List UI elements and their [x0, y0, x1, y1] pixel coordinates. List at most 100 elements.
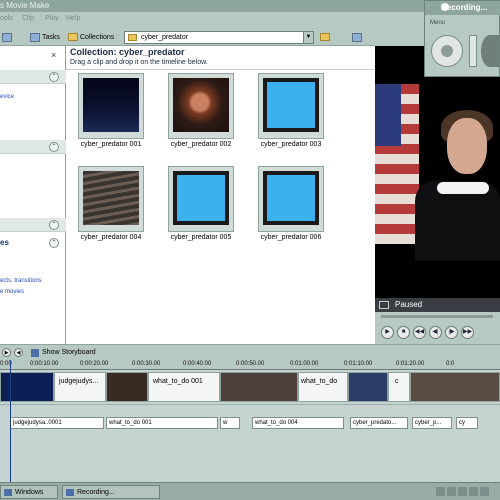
folder-icon: [68, 33, 78, 41]
window-title: s Movie Make: [0, 1, 50, 10]
clip-thumbnail[interactable]: cyber_predator 001: [78, 73, 144, 148]
recording-widget: Recording... Menu: [424, 0, 500, 77]
show-storyboard-button[interactable]: Show Storyboard: [42, 349, 96, 356]
menu-play[interactable]: Play: [45, 15, 59, 22]
seek-bar[interactable]: [375, 312, 500, 322]
fast-forward-icon[interactable]: ▶▶: [461, 326, 474, 339]
audio-clip[interactable]: cyber_predato...: [350, 417, 408, 429]
task-link-movies[interactable]: e movies: [0, 289, 24, 295]
clip-label: cyber_predator 006: [260, 234, 322, 241]
recording-title-bar: Recording...: [425, 1, 500, 15]
chevron-up-icon[interactable]: ⌃: [49, 72, 59, 82]
collection-hint: Drag a clip and drop it on the timeline …: [70, 59, 208, 66]
clip-thumbnail[interactable]: cyber_predator 002: [168, 73, 234, 148]
title-overlay-track[interactable]: [0, 430, 500, 482]
tray-icon[interactable]: [436, 487, 445, 496]
video-clip-thumbnail[interactable]: [220, 372, 298, 402]
chevron-up-icon[interactable]: ⌃: [49, 220, 59, 230]
ruler-tick: 0:00:30.00: [132, 361, 161, 367]
menu-bar: ools Clip Play Help: [0, 12, 430, 28]
menu-clip[interactable]: Clip: [22, 15, 34, 22]
video-clip[interactable]: what_to_do: [298, 372, 348, 402]
back-button[interactable]: [2, 30, 12, 44]
video-clip[interactable]: what_to_do 001: [148, 372, 220, 402]
timeline-toolbar: ▶ ◀ Show Storyboard: [0, 344, 500, 360]
clip-label: cyber_predator 003: [260, 141, 322, 148]
next-frame-icon[interactable]: |▶: [445, 326, 458, 339]
storyboard-icon: [31, 349, 39, 357]
audio-clip[interactable]: cy: [456, 417, 478, 429]
clip-thumbnail[interactable]: cyber_predator 006: [258, 166, 324, 241]
collections-button[interactable]: Collections: [68, 30, 114, 44]
audio-clip[interactable]: what_to_do 004: [252, 417, 344, 429]
clip-frame: [173, 171, 229, 225]
video-clip[interactable]: judgejudys...: [54, 372, 106, 402]
video-clip-thumbnail[interactable]: [410, 372, 500, 402]
tray-icon[interactable]: [458, 487, 467, 496]
ruler-tick: 0:00:40.00: [183, 361, 212, 367]
tray-icon[interactable]: [447, 487, 456, 496]
tray-icon[interactable]: [480, 487, 489, 496]
video-clip[interactable]: c: [388, 372, 410, 402]
tray-icon[interactable]: [469, 487, 478, 496]
timeline-ruler[interactable]: 0:00 0:00:10.00 0:00:20.00 0:00:30.00 0:…: [0, 360, 500, 370]
clip-label: cyber_predator 002: [170, 141, 232, 148]
tasks-button[interactable]: Tasks: [30, 30, 60, 44]
ruler-tick: 0:01:00.00: [290, 361, 319, 367]
play-icon[interactable]: ▶: [381, 326, 394, 339]
audio-clip[interactable]: cyber_p...: [412, 417, 452, 429]
rewind-timeline-icon[interactable]: ◀: [14, 348, 23, 357]
clip-thumbnail[interactable]: cyber_predator 003: [258, 73, 324, 148]
rewind-icon[interactable]: ◀◀: [413, 326, 426, 339]
chevron-up-icon[interactable]: ⌃: [49, 238, 59, 248]
taskbar-item-movie-maker[interactable]: Windows Mo...: [0, 485, 58, 499]
task-link-effects[interactable]: ects, transitions: [0, 278, 42, 284]
up-folder-button[interactable]: [320, 30, 330, 44]
video-clip-thumbnail[interactable]: [348, 372, 388, 402]
video-clip-label: judgejudys...: [59, 378, 99, 385]
taskbar: Windows Mo... Recording...: [0, 482, 500, 500]
record-button[interactable]: [431, 35, 463, 67]
clip-frame: [83, 171, 139, 225]
video-clip-label: c: [395, 378, 399, 385]
stop-icon[interactable]: ■: [397, 326, 410, 339]
divider: [66, 69, 375, 70]
menu-help[interactable]: Help: [66, 15, 80, 22]
clip-frame: [263, 78, 319, 132]
views-button[interactable]: [352, 30, 362, 44]
stop-button[interactable]: [481, 35, 499, 67]
task-link-capture-device[interactable]: evice: [0, 94, 14, 100]
movie-maker-icon: [4, 489, 12, 496]
clip-frame: [83, 78, 139, 132]
ruler-tick: 0:01:20.00: [396, 361, 425, 367]
clip-thumbnail[interactable]: cyber_predator 004: [78, 166, 144, 241]
previous-frame-icon[interactable]: ◀|: [429, 326, 442, 339]
transition-track[interactable]: [0, 404, 500, 416]
chevron-up-icon[interactable]: ⌃: [49, 142, 59, 152]
clip-thumbnail[interactable]: cyber_predator 005: [168, 166, 234, 241]
audio-track: judgejudysa..0001 what_to_do 001 w what_…: [0, 416, 500, 430]
preview-status: Paused: [395, 300, 423, 309]
tasks-panel: × ⌃ evice ⌃ ⌃ es ⌃ ects, transitions e m…: [0, 46, 66, 344]
play-timeline-icon[interactable]: ▶: [2, 348, 11, 357]
collection-pane: Collection: cyber_predator Drag a clip a…: [66, 46, 375, 344]
menu-tools[interactable]: ools: [0, 15, 13, 22]
taskbar-item-recording[interactable]: Recording...: [62, 485, 160, 499]
audio-clip[interactable]: judgejudysa..0001: [10, 417, 104, 429]
close-icon[interactable]: ×: [51, 50, 56, 60]
monitor-icon: [379, 301, 389, 309]
chevron-down-icon[interactable]: ▼: [303, 32, 313, 43]
clip-frame: [173, 78, 229, 132]
recording-menu[interactable]: Menu: [430, 20, 445, 26]
clip-label: cyber_predator 004: [80, 234, 142, 241]
audio-clip[interactable]: w: [220, 417, 240, 429]
playhead[interactable]: [10, 360, 11, 482]
record-options-button[interactable]: [469, 35, 477, 67]
collection-select[interactable]: cyber_predator ▼: [124, 31, 314, 44]
collection-title: Collection: cyber_predator: [70, 47, 185, 57]
audio-clip[interactable]: what_to_do 001: [106, 417, 218, 429]
ruler-tick: 0:01:10.00: [344, 361, 373, 367]
video-clip-label: what_to_do: [301, 378, 338, 385]
video-clip[interactable]: [0, 372, 54, 402]
video-clip-thumbnail[interactable]: [106, 372, 148, 402]
